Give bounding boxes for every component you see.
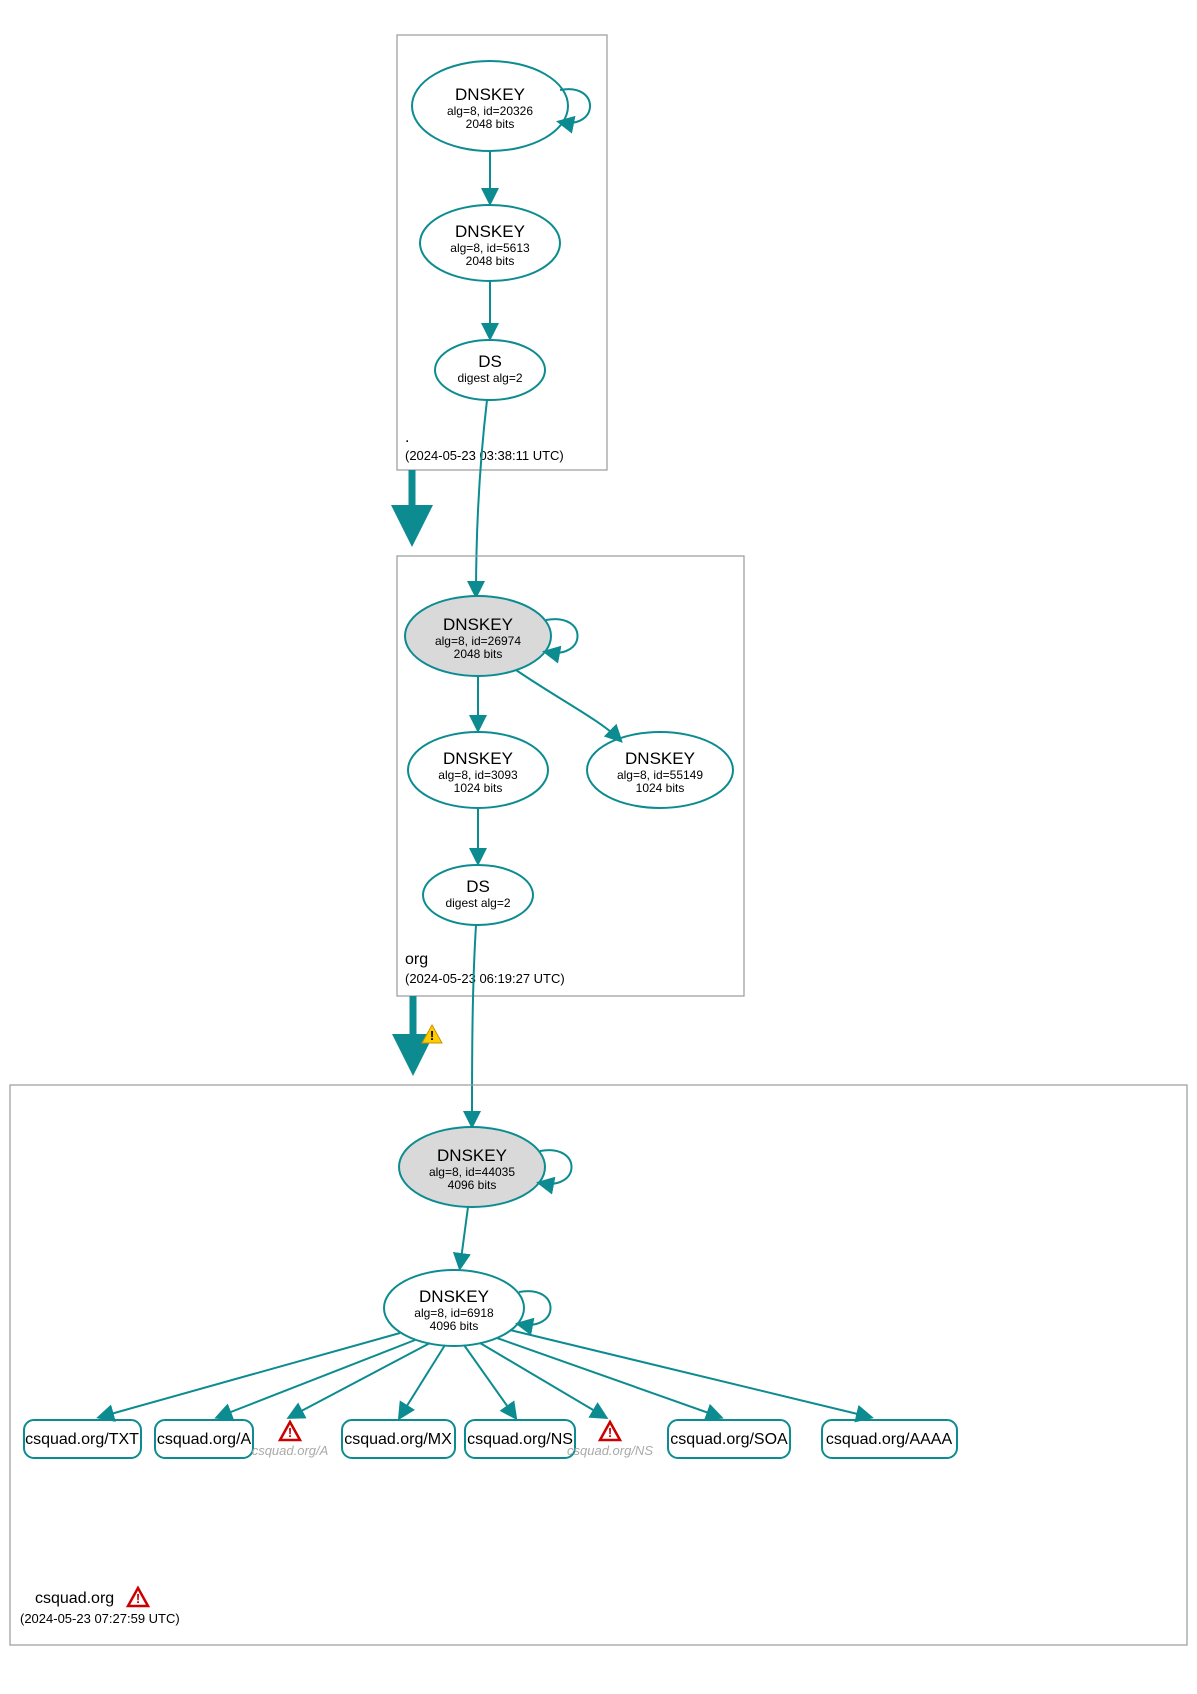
zone-csquad: csquad.org (2024-05-23 07:27:59 UTC) ! D… bbox=[10, 1085, 1187, 1645]
svg-text:alg=8, id=55149: alg=8, id=55149 bbox=[617, 768, 703, 782]
svg-text:!: ! bbox=[288, 1425, 292, 1440]
svg-text:!: ! bbox=[136, 1591, 140, 1606]
rr-ns: csquad.org/NS bbox=[465, 1420, 575, 1458]
root-dnskey-zsk: DNSKEY alg=8, id=5613 2048 bits bbox=[420, 205, 560, 281]
svg-text:!: ! bbox=[430, 1028, 434, 1043]
svg-text:DNSKEY: DNSKEY bbox=[443, 615, 513, 634]
edge-zsk-soa bbox=[497, 1338, 720, 1417]
svg-text:csquad.org/MX: csquad.org/MX bbox=[344, 1431, 452, 1448]
org-ds: DS digest alg=2 bbox=[423, 865, 533, 925]
svg-text:2048 bits: 2048 bits bbox=[466, 117, 515, 131]
svg-text:!: ! bbox=[608, 1425, 612, 1440]
zone-root-name: . bbox=[405, 429, 409, 446]
svg-text:csquad.org/NS: csquad.org/NS bbox=[567, 1443, 653, 1458]
edge-zsk-ns bbox=[464, 1345, 515, 1417]
svg-text:alg=8, id=26974: alg=8, id=26974 bbox=[435, 634, 521, 648]
edge-zsk-a bbox=[218, 1340, 415, 1417]
svg-text:alg=8, id=20326: alg=8, id=20326 bbox=[447, 104, 533, 118]
svg-text:digest alg=2: digest alg=2 bbox=[457, 371, 522, 385]
svg-text:2048 bits: 2048 bits bbox=[454, 647, 503, 661]
edge-csquad-ksk-zsk bbox=[460, 1207, 468, 1267]
svg-text:csquad.org/A: csquad.org/A bbox=[252, 1443, 329, 1458]
svg-text:alg=8, id=6918: alg=8, id=6918 bbox=[414, 1306, 494, 1320]
org-dnskey-extra: DNSKEY alg=8, id=55149 1024 bits bbox=[587, 732, 733, 808]
error-icon: ! bbox=[128, 1588, 148, 1606]
edge-root-ds-to-org-ksk bbox=[476, 400, 487, 595]
csquad-dnskey-zsk: DNSKEY alg=8, id=6918 4096 bits bbox=[384, 1270, 524, 1346]
svg-text:1024 bits: 1024 bits bbox=[636, 781, 685, 795]
edge-org-ksk-extra bbox=[516, 670, 620, 740]
root-dnskey-ksk: DNSKEY alg=8, id=20326 2048 bits bbox=[412, 61, 568, 151]
edge-org-ds-to-csquad-ksk bbox=[472, 925, 476, 1125]
org-dnskey-ksk: DNSKEY alg=8, id=26974 2048 bits bbox=[405, 596, 551, 676]
svg-text:DNSKEY: DNSKEY bbox=[419, 1287, 489, 1306]
warning-icon: ! bbox=[422, 1025, 442, 1043]
svg-text:csquad.org/SOA: csquad.org/SOA bbox=[670, 1431, 788, 1448]
zone-csquad-time: (2024-05-23 07:27:59 UTC) bbox=[20, 1611, 180, 1626]
dnssec-graph: . (2024-05-23 03:38:11 UTC) DNSKEY alg=8… bbox=[0, 0, 1197, 1694]
svg-text:4096 bits: 4096 bits bbox=[448, 1178, 497, 1192]
csquad-dnskey-ksk: DNSKEY alg=8, id=44035 4096 bits bbox=[399, 1127, 545, 1207]
zone-root-time: (2024-05-23 03:38:11 UTC) bbox=[405, 448, 564, 463]
rr-aaaa: csquad.org/AAAA bbox=[822, 1420, 957, 1458]
svg-text:DNSKEY: DNSKEY bbox=[455, 85, 525, 104]
svg-text:csquad.org/A: csquad.org/A bbox=[157, 1431, 252, 1448]
svg-text:alg=8, id=5613: alg=8, id=5613 bbox=[450, 241, 530, 255]
zone-org: org (2024-05-23 06:19:27 UTC) DNSKEY alg… bbox=[397, 556, 744, 996]
svg-text:DNSKEY: DNSKEY bbox=[443, 749, 513, 768]
zone-org-name: org bbox=[405, 951, 428, 968]
svg-text:1024 bits: 1024 bits bbox=[454, 781, 503, 795]
svg-text:digest alg=2: digest alg=2 bbox=[445, 896, 510, 910]
svg-text:DNSKEY: DNSKEY bbox=[437, 1146, 507, 1165]
svg-text:DNSKEY: DNSKEY bbox=[625, 749, 695, 768]
svg-text:alg=8, id=3093: alg=8, id=3093 bbox=[438, 768, 518, 782]
svg-text:alg=8, id=44035: alg=8, id=44035 bbox=[429, 1165, 515, 1179]
rr-soa: csquad.org/SOA bbox=[668, 1420, 790, 1458]
root-ds: DS digest alg=2 bbox=[435, 340, 545, 400]
svg-text:DS: DS bbox=[478, 352, 502, 371]
rr-a-ghost: ! csquad.org/A bbox=[252, 1422, 329, 1458]
svg-text:csquad.org/TXT: csquad.org/TXT bbox=[25, 1431, 139, 1448]
edge-zsk-aaaa bbox=[510, 1330, 870, 1417]
zone-org-time: (2024-05-23 06:19:27 UTC) bbox=[405, 971, 565, 986]
svg-text:csquad.org/NS: csquad.org/NS bbox=[467, 1431, 573, 1448]
svg-text:DS: DS bbox=[466, 877, 490, 896]
svg-text:DNSKEY: DNSKEY bbox=[455, 222, 525, 241]
rr-a: csquad.org/A bbox=[155, 1420, 253, 1458]
org-dnskey-zsk: DNSKEY alg=8, id=3093 1024 bits bbox=[408, 732, 548, 808]
rr-mx: csquad.org/MX bbox=[342, 1420, 455, 1458]
zone-csquad-name: csquad.org bbox=[35, 1590, 114, 1607]
rr-ns-ghost: ! csquad.org/NS bbox=[567, 1422, 653, 1458]
svg-text:2048 bits: 2048 bits bbox=[466, 254, 515, 268]
svg-text:4096 bits: 4096 bits bbox=[430, 1319, 479, 1333]
zone-root: . (2024-05-23 03:38:11 UTC) DNSKEY alg=8… bbox=[397, 35, 607, 470]
svg-text:csquad.org/AAAA: csquad.org/AAAA bbox=[826, 1431, 953, 1448]
rr-txt: csquad.org/TXT bbox=[24, 1420, 141, 1458]
